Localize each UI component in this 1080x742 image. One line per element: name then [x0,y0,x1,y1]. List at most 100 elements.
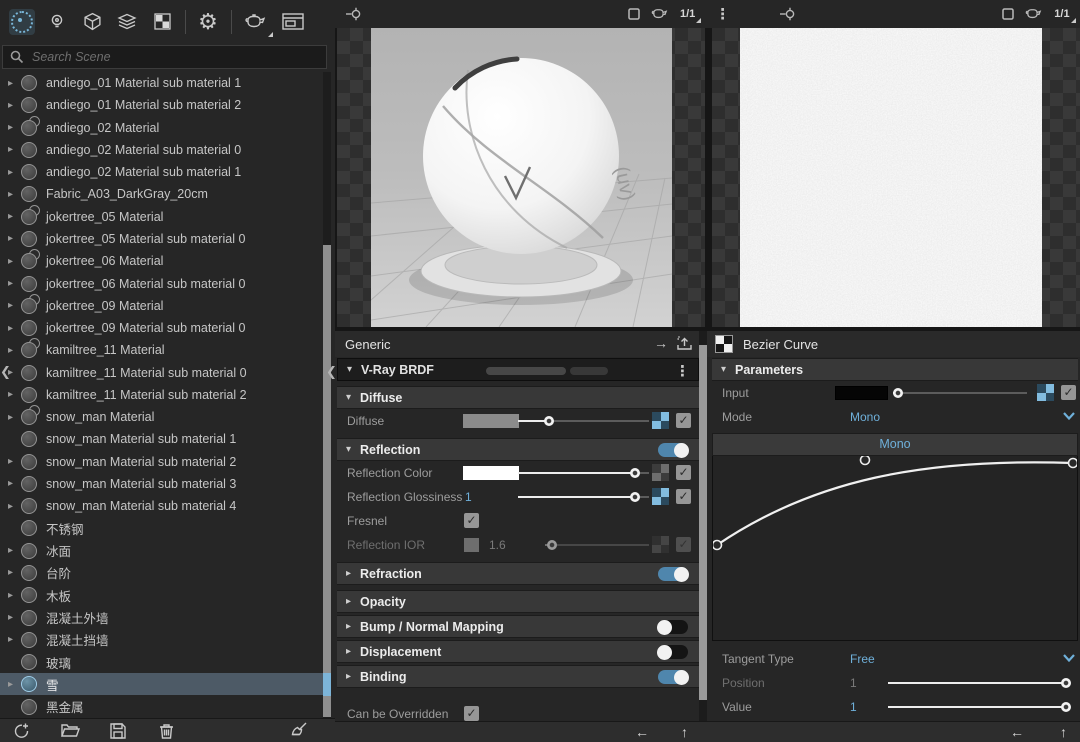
material-list-item[interactable]: ▸木板 [0,584,328,606]
input-slider[interactable] [893,392,1027,394]
material-list-item[interactable]: ▸andiego_01 Material sub material 1 [0,72,328,94]
bezier-curve-editor[interactable] [712,456,1078,641]
expand-arrow-icon[interactable]: ▸ [8,167,21,178]
ior-slider[interactable] [545,544,649,546]
slider-thumb[interactable] [630,492,640,502]
save-icon[interactable] [108,722,128,740]
bump-section-header[interactable]: ▸ Bump / Normal Mapping [337,615,699,638]
input-checkbox[interactable]: ✓ [1061,385,1076,400]
expand-arrow-icon[interactable]: ▸ [8,144,21,155]
binding-toggle[interactable] [658,670,688,684]
render-preview-teapot-icon[interactable] [1024,7,1044,21]
binding-section-header[interactable]: ▸ Binding [337,665,699,688]
ior-swatch[interactable] [464,538,479,552]
expand-arrow-icon[interactable]: ▸ [8,122,21,133]
up-icon[interactable]: ↑ [681,724,688,740]
refraction-section-header[interactable]: ▸ Refraction [337,562,699,585]
slider-thumb[interactable] [544,416,554,426]
curve-handle[interactable] [861,456,870,465]
expand-arrow-icon[interactable]: ▸ [8,567,21,578]
displacement-section-header[interactable]: ▸ Displacement [337,640,699,663]
reflection-color-swatch[interactable] [463,466,519,480]
lights-icon[interactable] [44,9,70,35]
expand-arrow-icon[interactable]: ▸ [8,590,21,601]
expand-icon[interactable]: ▸ [346,621,360,632]
material-list-item[interactable]: ▸Fabric_A03_DarkGray_20cm [0,183,328,205]
material-list-item[interactable]: ▸jokertree_09 Material [0,295,328,317]
reflection-toggle[interactable] [658,443,688,457]
scrollbar-thumb[interactable] [323,245,331,717]
tangent-value[interactable]: Free [850,652,875,666]
slider-thumb[interactable] [630,468,640,478]
expand-arrow-icon[interactable]: ▸ [8,256,21,267]
expand-arrow-icon[interactable]: ▸ [8,389,21,400]
expand-icon[interactable]: ▸ [346,596,360,607]
material-list-item[interactable]: 不锈钢 [0,517,328,539]
expand-arrow-icon[interactable]: ▸ [8,634,21,645]
pin-icon[interactable] [779,6,796,22]
material-list-item[interactable]: ▸混凝土外墙 [0,606,328,628]
settings-icon[interactable]: ⚙ [195,9,221,35]
pin-icon[interactable] [345,6,362,22]
expand-icon[interactable]: ▸ [346,671,360,682]
collapse-icon[interactable]: ▾ [721,364,735,375]
opacity-section-header[interactable]: ▸ Opacity [337,590,699,613]
position-value[interactable]: 1 [850,676,857,690]
purge-unused-icon[interactable] [289,722,309,740]
override-checkbox[interactable]: ✓ [464,706,479,721]
material-list-item[interactable]: ▸台阶 [0,562,328,584]
diffuse-map-slot-icon[interactable] [652,412,669,429]
material-list-item[interactable]: ▸andiego_02 Material sub material 1 [0,161,328,183]
material-list-item[interactable]: ▸jokertree_05 Material [0,206,328,228]
expand-arrow-icon[interactable]: ▸ [8,278,21,289]
material-list-item[interactable]: 黑金属 [0,695,328,717]
ior-value[interactable]: 1.6 [489,538,506,552]
fresnel-checkbox[interactable]: ✓ [464,513,479,528]
reflection-color-slider[interactable] [518,472,649,474]
displacement-toggle[interactable] [658,645,688,659]
collapse-icon[interactable]: ▾ [346,444,360,455]
expand-arrow-icon[interactable]: ▸ [8,300,21,311]
save-to-library-icon[interactable] [676,335,693,351]
material-list-item[interactable]: ▸jokertree_06 Material [0,250,328,272]
material-list-item[interactable]: ▸kamiltree_11 Material [0,339,328,361]
refraction-toggle[interactable] [658,567,688,581]
slider-thumb[interactable] [1061,678,1071,688]
diffuse-enable-checkbox[interactable]: ✓ [676,413,691,428]
float-preview-icon[interactable] [628,8,640,20]
chevron-down-icon[interactable] [1063,412,1075,420]
slider-thumb[interactable] [1061,702,1071,712]
input-color-swatch[interactable] [835,386,888,400]
textures-icon[interactable] [149,9,175,35]
ior-map-slot-icon[interactable] [652,536,669,553]
material-list-item[interactable]: ▸jokertree_09 Material sub material 0 [0,317,328,339]
expand-arrow-icon[interactable]: ▸ [8,501,21,512]
curve-point[interactable] [713,541,722,550]
material-list-item[interactable]: snow_man Material sub material 1 [0,428,328,450]
search-input[interactable] [30,49,304,65]
ior-checkbox[interactable]: ✓ [676,537,691,552]
diffuse-amount-slider[interactable] [518,420,649,422]
render-teapot-icon[interactable] [241,9,271,35]
expand-arrow-icon[interactable]: ▸ [8,679,21,690]
expand-arrow-icon[interactable]: ▸ [8,412,21,423]
delete-icon[interactable] [156,722,176,740]
bump-toggle[interactable] [658,620,688,634]
material-list-item[interactable]: ▸jokertree_06 Material sub material 0 [0,272,328,294]
glossiness-map-slot-icon[interactable] [652,488,669,505]
back-icon[interactable]: ← [1010,724,1024,740]
material-list-item[interactable]: ▸snow_man Material sub material 4 [0,495,328,517]
expand-arrow-icon[interactable]: ▸ [8,612,21,623]
expand-arrow-icon[interactable]: ▸ [8,478,21,489]
reflection-color-checkbox[interactable]: ✓ [676,465,691,480]
glossiness-checkbox[interactable]: ✓ [676,489,691,504]
reflection-glossiness-slider[interactable] [518,496,649,498]
glossiness-value[interactable]: 1 [465,490,472,504]
float-preview-icon[interactable] [1002,8,1014,20]
expand-arrow-icon[interactable]: ▸ [8,233,21,244]
preview-page-indicator[interactable]: 1/1 [680,8,701,20]
material-list-item[interactable]: ▸冰面 [0,540,328,562]
brdf-rollout[interactable]: ▾ V-Ray BRDF ⋮ [337,358,699,381]
material-list-scrollbar[interactable] [323,72,331,718]
expand-arrow-icon[interactable]: ▸ [8,211,21,222]
